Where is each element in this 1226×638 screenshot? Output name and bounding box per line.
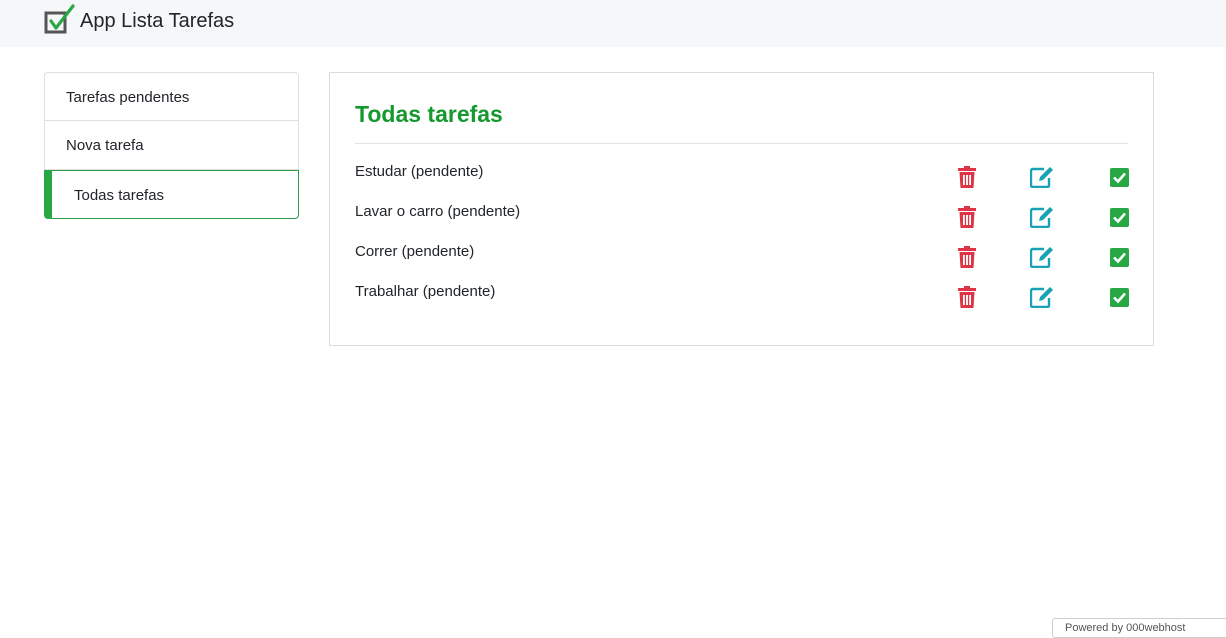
check-square-icon[interactable]	[1107, 285, 1131, 309]
task-row: Trabalhar (pendente)	[355, 283, 1131, 315]
sidebar-item-todas-tarefas[interactable]: Todas tarefas	[44, 170, 299, 219]
app-title: App Lista Tarefas	[80, 10, 235, 32]
tasks-card: Todas tarefas Estudar (pendente) Lavar o…	[329, 72, 1154, 346]
trash-icon[interactable]	[955, 205, 979, 229]
task-row: Correr (pendente)	[355, 243, 1131, 275]
powered-by-badge[interactable]: Powered by 000webhost	[1052, 618, 1226, 638]
edit-icon[interactable]	[1030, 245, 1054, 269]
task-row: Lavar o carro (pendente)	[355, 203, 1131, 235]
trash-icon[interactable]	[955, 245, 979, 269]
edit-icon[interactable]	[1030, 205, 1054, 229]
trash-icon[interactable]	[955, 165, 979, 189]
sidebar-item-nova-tarefa[interactable]: Nova tarefa	[44, 121, 299, 170]
check-square-icon[interactable]	[1107, 165, 1131, 189]
title-divider	[355, 143, 1128, 144]
task-label: Trabalhar (pendente)	[355, 283, 496, 300]
check-square-icon[interactable]	[1107, 245, 1131, 269]
check-square-icon[interactable]	[1107, 205, 1131, 229]
task-row: Estudar (pendente)	[355, 163, 1131, 195]
checkmark-logo-icon	[44, 4, 76, 36]
sidebar-item-tarefas-pendentes[interactable]: Tarefas pendentes	[44, 72, 299, 121]
page-title: Todas tarefas	[355, 101, 503, 127]
trash-icon[interactable]	[955, 285, 979, 309]
task-label: Correr (pendente)	[355, 243, 475, 260]
app-brand-link[interactable]: App Lista Tarefas	[44, 3, 234, 37]
task-label: Lavar o carro (pendente)	[355, 203, 521, 220]
edit-icon[interactable]	[1030, 285, 1054, 309]
edit-icon[interactable]	[1030, 165, 1054, 189]
top-navbar: App Lista Tarefas	[0, 0, 1226, 47]
sidebar-menu: Tarefas pendentes Nova tarefa Todas tare…	[44, 72, 299, 219]
task-label: Estudar (pendente)	[355, 163, 484, 180]
